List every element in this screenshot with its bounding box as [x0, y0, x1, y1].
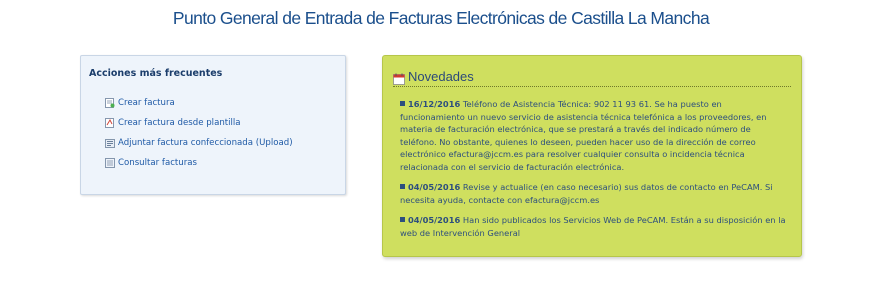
frequent-actions-list: Crear factura Crear factura desde planti…: [105, 93, 293, 173]
action-upload-invoice-label[interactable]: Adjuntar factura confeccionada (Upload): [118, 138, 293, 148]
news-date: 16/12/2016: [408, 99, 461, 109]
news-item: 04/05/2016 Han sido publicados los Servi…: [400, 214, 787, 239]
bullet-icon: [400, 101, 405, 106]
frequent-actions-heading: Acciones más frecuentes: [89, 68, 223, 79]
action-query-invoices[interactable]: Consultar facturas: [105, 153, 293, 173]
news-panel: Novedades 16/12/2016 Teléfono de Asisten…: [382, 55, 802, 257]
bullet-icon: [400, 217, 405, 222]
list-icon: [105, 158, 115, 168]
action-create-from-template-label[interactable]: Crear factura desde plantilla: [118, 118, 241, 128]
calendar-icon: [393, 70, 405, 85]
news-date: 04/05/2016: [408, 182, 461, 192]
page-title: Punto General de Entrada de Facturas Ele…: [172, 8, 710, 28]
action-query-invoices-label[interactable]: Consultar facturas: [118, 158, 197, 168]
news-text: Teléfono de Asistencia Técnica: 902 11 9…: [400, 99, 767, 172]
action-create-invoice-label[interactable]: Crear factura: [118, 98, 175, 108]
news-heading: Novedades: [408, 68, 474, 84]
action-create-invoice[interactable]: Crear factura: [105, 93, 293, 113]
upload-icon: [105, 138, 115, 148]
frequent-actions-panel: Acciones más frecuentes Crear factura Cr: [80, 55, 346, 195]
action-create-from-template[interactable]: Crear factura desde plantilla: [105, 113, 293, 133]
bullet-icon: [400, 184, 405, 189]
action-upload-invoice[interactable]: Adjuntar factura confeccionada (Upload): [105, 133, 293, 153]
news-item: 04/05/2016 Revise y actualice (en caso n…: [400, 181, 787, 206]
news-item: 16/12/2016 Teléfono de Asistencia Técnic…: [400, 98, 787, 173]
news-list: 16/12/2016 Teléfono de Asistencia Técnic…: [400, 98, 787, 247]
template-icon: [105, 118, 115, 128]
new-invoice-icon: [105, 98, 115, 108]
news-date: 04/05/2016: [408, 215, 461, 225]
news-header: Novedades: [393, 66, 791, 87]
